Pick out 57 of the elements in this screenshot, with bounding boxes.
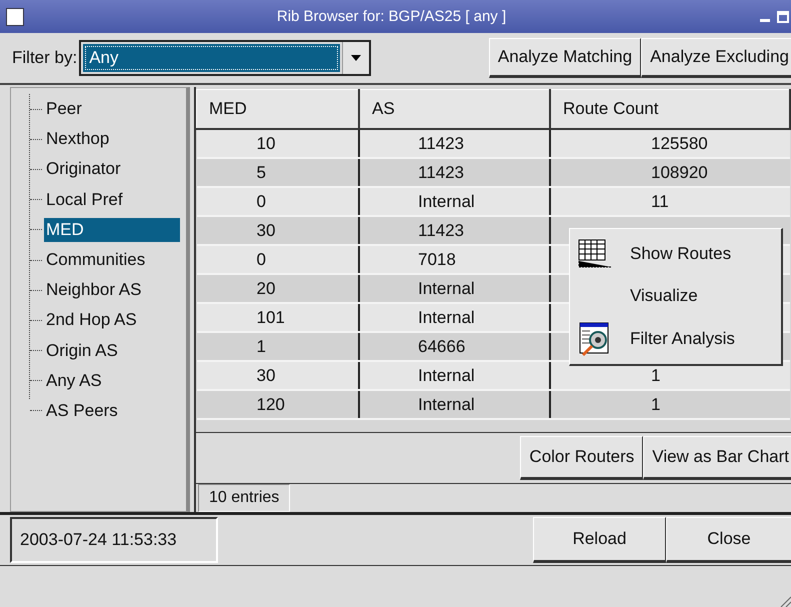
table-cell: 30 bbox=[196, 361, 359, 390]
action-button[interactable]: Color Routers bbox=[520, 436, 644, 480]
tree-item[interactable]: Any AS bbox=[44, 368, 106, 393]
toolbar-button[interactable]: Analyze Excluding bbox=[641, 38, 791, 78]
table-cell: 11 bbox=[550, 187, 790, 216]
filter-dropdown[interactable]: Any bbox=[79, 40, 372, 76]
table-cell: 11423 bbox=[359, 216, 550, 245]
dropdown-arrow-icon bbox=[351, 55, 362, 61]
table-cell: 11423 bbox=[359, 129, 550, 158]
tree-item[interactable]: Communities bbox=[44, 248, 150, 272]
table-cell: 64666 bbox=[359, 332, 550, 361]
column-header[interactable]: MED bbox=[196, 90, 359, 129]
window-title: Rib Browser for: BGP/AS25 [ any ] bbox=[276, 8, 508, 25]
table-cell: 0 bbox=[196, 187, 359, 216]
menu-item[interactable]: Show Routes bbox=[570, 234, 781, 274]
column-header[interactable]: AS bbox=[359, 90, 550, 129]
tree-item[interactable]: Originator bbox=[44, 157, 125, 182]
tree-item[interactable]: 2nd Hop AS bbox=[44, 308, 141, 332]
tree-item[interactable]: Peer bbox=[44, 97, 86, 122]
table-cell: 0 bbox=[196, 245, 359, 274]
table-cell: Internal bbox=[359, 361, 550, 390]
table-cell: 5 bbox=[196, 158, 359, 187]
tree-item[interactable]: MED bbox=[44, 218, 180, 242]
dialog-button[interactable]: Reload bbox=[533, 517, 666, 563]
timestamp: 2003-07-24 11:53:33 bbox=[10, 517, 218, 563]
table-icon bbox=[578, 239, 612, 270]
table-cell: 11423 bbox=[359, 158, 550, 187]
table-cell: 30 bbox=[196, 216, 359, 245]
tree-item[interactable]: AS Peers bbox=[44, 398, 122, 423]
table-cell: 120 bbox=[196, 390, 359, 419]
dialog-button[interactable]: Close bbox=[666, 517, 791, 563]
menu-item[interactable]: Visualize bbox=[570, 276, 781, 316]
resize-grip-icon[interactable] bbox=[779, 595, 791, 607]
table-cell: 125580 bbox=[550, 129, 790, 158]
tree-item[interactable]: Origin AS bbox=[44, 338, 122, 363]
table-cell: Internal bbox=[359, 303, 550, 332]
window-menu-icon[interactable] bbox=[6, 8, 24, 26]
table-cell: 1 bbox=[196, 332, 359, 361]
filter-label: Filter by: bbox=[12, 48, 78, 68]
table-cell: 7018 bbox=[359, 245, 550, 274]
toolbar-button[interactable]: Analyze Matching bbox=[488, 38, 642, 78]
table-cell: 20 bbox=[196, 274, 359, 303]
table-cell: 1 bbox=[550, 390, 790, 419]
column-header[interactable]: Route Count bbox=[550, 90, 790, 129]
tree-item[interactable]: Nexthop bbox=[44, 127, 114, 152]
tree-item[interactable]: Neighbor AS bbox=[44, 278, 146, 302]
action-button[interactable]: View as Bar Chart bbox=[643, 436, 791, 480]
table-cell: Internal bbox=[359, 390, 550, 419]
tree-item[interactable]: Local Pref bbox=[44, 188, 127, 212]
table-cell: 101 bbox=[196, 303, 359, 332]
table-cell: Internal bbox=[359, 187, 550, 216]
menu-item[interactable]: Filter Analysis bbox=[570, 318, 781, 359]
table-cell: Internal bbox=[359, 274, 550, 303]
entry-count: 10 entries bbox=[198, 484, 290, 512]
maximize-icon[interactable] bbox=[777, 10, 789, 22]
table-cell: 108920 bbox=[550, 158, 790, 187]
table-cell: 10 bbox=[196, 129, 359, 158]
